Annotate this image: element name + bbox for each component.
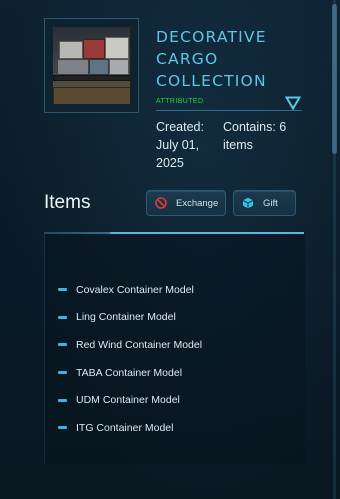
contains-label: Contains: 6 xyxy=(223,120,287,134)
collection-title: DECORATIVE CARGO COLLECTION xyxy=(156,26,306,92)
cube-icon xyxy=(242,197,254,209)
status-badge: ATTRIBUTED xyxy=(156,98,204,105)
created-date: July 01, xyxy=(156,138,200,152)
list-item: Red Wind Container Model xyxy=(58,331,202,359)
title-line: CARGO xyxy=(156,50,219,68)
created-info: Created: July 01, 2025 xyxy=(156,118,218,172)
list-item: Ling Container Model xyxy=(58,304,202,332)
crate-shape xyxy=(105,37,129,59)
bullet-icon xyxy=(58,371,67,375)
crate-shape xyxy=(57,59,89,75)
gift-label: Gift xyxy=(263,197,278,209)
item-label: ITG Container Model xyxy=(76,421,174,434)
crate-shape xyxy=(59,41,83,59)
shelf-shape xyxy=(53,75,130,81)
scrollbar-thumb[interactable] xyxy=(332,4,337,154)
bullet-icon xyxy=(58,288,67,292)
exchange-button[interactable]: Exchange xyxy=(146,190,226,216)
item-label: Covalex Container Model xyxy=(76,283,194,296)
shelf-shape xyxy=(53,87,130,104)
created-year: 2025 xyxy=(156,156,184,170)
thumbnail-image xyxy=(53,27,130,104)
items-heading: Items xyxy=(44,192,91,213)
bullet-icon xyxy=(58,398,67,402)
bullet-icon xyxy=(58,426,67,430)
title-line: COLLECTION xyxy=(156,72,267,90)
item-label: Red Wind Container Model xyxy=(76,338,203,351)
collection-thumbnail xyxy=(44,18,139,113)
item-label: UDM Container Model xyxy=(76,394,180,407)
bullet-icon xyxy=(58,343,67,347)
triangle-down-icon[interactable] xyxy=(285,96,301,110)
title-line: DECORATIVE xyxy=(156,28,267,46)
crate-shape xyxy=(109,59,129,75)
status-row: ATTRIBUTED xyxy=(156,98,302,111)
no-entry-icon xyxy=(155,197,167,209)
contains-info: Contains: 6 items xyxy=(223,118,303,154)
contains-value: items xyxy=(223,138,253,152)
created-label: Created: xyxy=(156,120,204,134)
list-item: UDM Container Model xyxy=(58,386,202,414)
crate-shape xyxy=(89,59,109,75)
list-item: TABA Container Model xyxy=(58,359,202,387)
item-label: TABA Container Model xyxy=(76,366,183,379)
exchange-label: Exchange xyxy=(176,197,219,209)
list-item: Covalex Container Model xyxy=(58,276,202,304)
gift-button[interactable]: Gift xyxy=(233,190,296,216)
item-label: Ling Container Model xyxy=(76,311,176,324)
bullet-icon xyxy=(58,315,67,319)
items-list: Covalex Container Model Ling Container M… xyxy=(58,276,202,442)
list-item: ITG Container Model xyxy=(58,414,202,442)
crate-shape xyxy=(83,39,105,59)
